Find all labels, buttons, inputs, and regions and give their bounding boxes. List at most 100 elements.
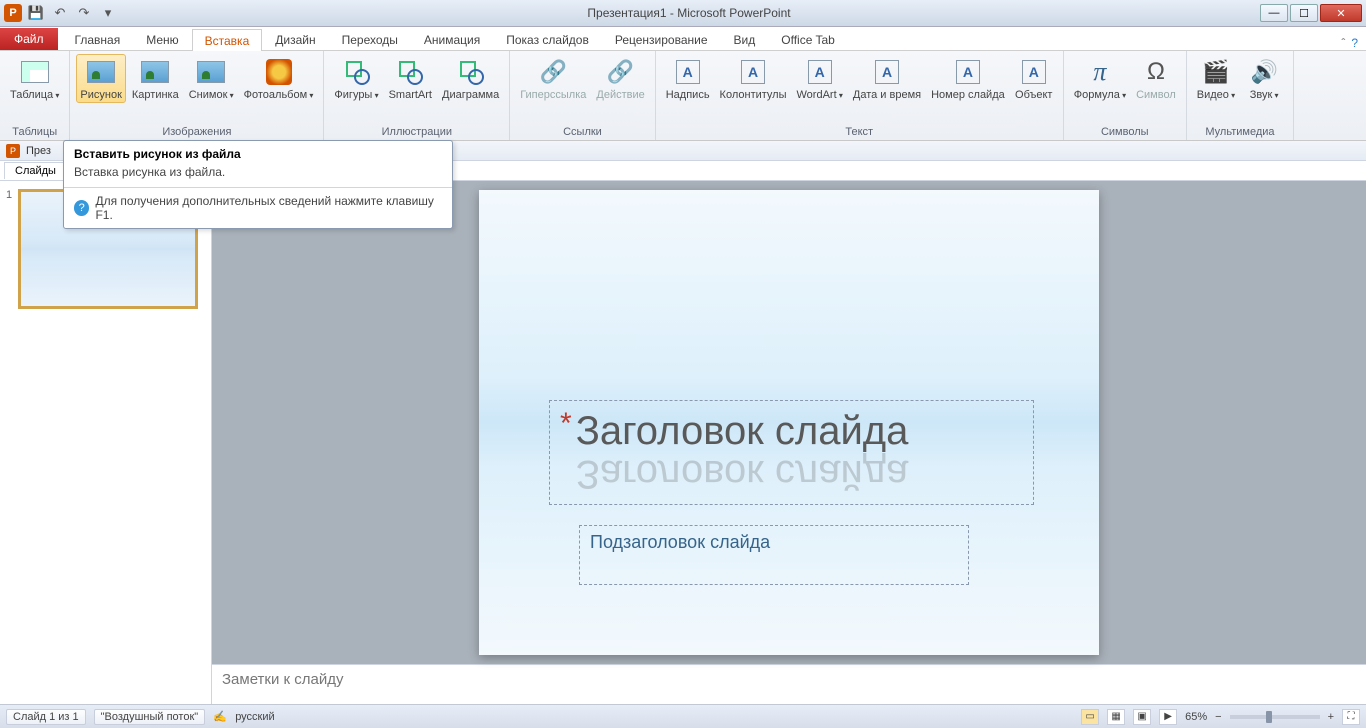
picture-button-label: Рисунок <box>80 89 122 101</box>
header-footer-icon: A <box>737 56 769 88</box>
table-icon <box>19 56 51 88</box>
action-button-label: Действие <box>596 89 644 101</box>
zoom-in-button[interactable]: + <box>1328 711 1334 723</box>
chart-button-label: Диаграмма <box>442 89 499 101</box>
tab-office-tab[interactable]: Office Tab <box>768 28 848 50</box>
group-мультимедиа: 🎬Видео ▾🔊Звук ▾Мультимедиа <box>1187 51 1294 140</box>
video-icon: 🎬 <box>1200 56 1232 88</box>
chart-button[interactable]: Диаграмма <box>438 54 503 103</box>
undo-icon[interactable]: ↶ <box>50 3 70 23</box>
zoom-out-button[interactable]: − <box>1215 711 1221 723</box>
action-button: 🔗Действие <box>592 54 648 103</box>
clip-art-button[interactable]: Картинка <box>128 54 183 103</box>
date-time-button[interactable]: AДата и время <box>849 54 925 103</box>
spellcheck-icon[interactable]: ✍ <box>213 710 227 724</box>
document-icon: P <box>6 144 20 158</box>
fit-to-window-button[interactable]: ⛶ <box>1342 709 1360 725</box>
canvas-area[interactable]: * Заголовок слайда Заголовок слайда Подз… <box>212 181 1366 664</box>
shapes-button[interactable]: Фигуры ▾ <box>330 54 382 103</box>
info-icon: ? <box>74 200 89 216</box>
equation-button-label: Формула ▾ <box>1074 89 1126 101</box>
tab-анимация[interactable]: Анимация <box>411 28 493 50</box>
status-slide-position[interactable]: Слайд 1 из 1 <box>6 709 86 725</box>
screenshot-button-label: Снимок ▾ <box>189 89 234 101</box>
textbox-button[interactable]: AНадпись <box>662 54 714 103</box>
group-label: Символы <box>1070 125 1180 139</box>
status-zoom-level[interactable]: 65% <box>1185 711 1207 723</box>
document-name[interactable]: През <box>26 145 51 157</box>
table-button[interactable]: Таблица ▾ <box>6 54 63 103</box>
tab-переходы[interactable]: Переходы <box>329 28 411 50</box>
status-language[interactable]: русский <box>235 711 274 723</box>
tab-показ-слайдов[interactable]: Показ слайдов <box>493 28 602 50</box>
tab-меню[interactable]: Меню <box>133 28 191 50</box>
sorter-view-button[interactable]: ▦ <box>1107 709 1125 725</box>
equation-button[interactable]: πФормула ▾ <box>1070 54 1130 103</box>
picture-button[interactable]: Рисунок <box>76 54 126 103</box>
status-theme[interactable]: "Воздушный поток" <box>94 709 206 725</box>
slideshow-view-button[interactable]: ▶ <box>1159 709 1177 725</box>
minimize-button[interactable]: — <box>1260 4 1288 22</box>
object-icon: A <box>1018 56 1050 88</box>
redo-icon[interactable]: ↷ <box>74 3 94 23</box>
slide-number-button[interactable]: AНомер слайда <box>927 54 1009 103</box>
title-text-content: Заголовок слайда <box>576 409 909 453</box>
maximize-button[interactable]: ☐ <box>1290 4 1318 22</box>
shapes-icon <box>341 56 373 88</box>
group-label: Иллюстрации <box>330 125 503 139</box>
close-button[interactable]: ✕ <box>1320 4 1362 22</box>
qat-dropdown-icon[interactable]: ▾ <box>98 3 118 23</box>
group-таблицы: Таблица ▾Таблицы <box>0 51 70 140</box>
textbox-button-label: Надпись <box>666 89 710 101</box>
action-icon: 🔗 <box>605 56 637 88</box>
textbox-icon: A <box>672 56 704 88</box>
video-button-label: Видео ▾ <box>1197 89 1235 101</box>
audio-button[interactable]: 🔊Звук ▾ <box>1241 54 1287 103</box>
tooltip-title: Вставить рисунок из файла <box>64 141 452 163</box>
ribbon-minimize-icon[interactable]: ˆ <box>1341 36 1345 50</box>
slide-panel[interactable]: 1 <box>0 181 212 704</box>
title-text[interactable]: Заголовок слайда Заголовок слайда <box>576 409 909 454</box>
video-button[interactable]: 🎬Видео ▾ <box>1193 54 1239 103</box>
date-time-icon: A <box>871 56 903 88</box>
photo-album-button[interactable]: Фотоальбом ▾ <box>240 54 318 103</box>
quick-access-toolbar: P 💾 ↶ ↷ ▾ <box>4 3 118 23</box>
smartart-button[interactable]: SmartArt <box>385 54 436 103</box>
photo-album-button-label: Фотоальбом ▾ <box>244 89 314 101</box>
slide-number-button-label: Номер слайда <box>931 89 1005 101</box>
equation-icon: π <box>1084 56 1116 88</box>
save-icon[interactable]: 💾 <box>26 3 46 23</box>
notes-pane[interactable]: Заметки к слайду <box>212 664 1366 704</box>
slide[interactable]: * Заголовок слайда Заголовок слайда Подз… <box>479 190 1099 655</box>
ribbon: Таблица ▾Таблицы Рисунок Картинка Снимок ▾ Ф… <box>0 51 1366 141</box>
object-button[interactable]: AОбъект <box>1011 54 1057 103</box>
bullet-icon: * <box>560 409 572 439</box>
smartart-button-label: SmartArt <box>389 89 432 101</box>
workspace: 1 * Заголовок слайда Заголовок слайда По… <box>0 181 1366 704</box>
app-icon[interactable]: P <box>4 4 22 22</box>
header-footer-button[interactable]: AКолонтитулы <box>716 54 791 103</box>
ribbon-tabs: Файл ГлавнаяМенюВставкаДизайнПереходыАни… <box>0 27 1366 51</box>
reading-view-button[interactable]: ▣ <box>1133 709 1151 725</box>
tab-вставка[interactable]: Вставка <box>192 29 263 51</box>
window-controls: — ☐ ✕ <box>1260 4 1362 22</box>
help-icon[interactable]: ? <box>1351 36 1358 50</box>
tab-главная[interactable]: Главная <box>62 28 134 50</box>
wordart-button[interactable]: AWordArt ▾ <box>793 54 847 103</box>
zoom-slider[interactable] <box>1230 715 1320 719</box>
picture-icon <box>85 56 117 88</box>
clip-art-icon <box>139 56 171 88</box>
subtitle-placeholder[interactable]: Подзаголовок слайда <box>579 525 969 585</box>
slides-tab[interactable]: Слайды <box>4 162 67 179</box>
audio-button-label: Звук ▾ <box>1250 89 1279 101</box>
tab-дизайн[interactable]: Дизайн <box>262 28 328 50</box>
tab-рецензирование[interactable]: Рецензирование <box>602 28 721 50</box>
file-tab[interactable]: Файл <box>0 28 58 50</box>
status-bar: Слайд 1 из 1 "Воздушный поток" ✍ русский… <box>0 704 1366 728</box>
tab-вид[interactable]: Вид <box>721 28 769 50</box>
normal-view-button[interactable]: ▭ <box>1081 709 1099 725</box>
group-label: Мультимедиа <box>1193 125 1287 139</box>
title-placeholder[interactable]: * Заголовок слайда Заголовок слайда <box>549 400 1034 505</box>
symbol-button: ΩСимвол <box>1132 54 1180 103</box>
screenshot-button[interactable]: Снимок ▾ <box>185 54 238 103</box>
